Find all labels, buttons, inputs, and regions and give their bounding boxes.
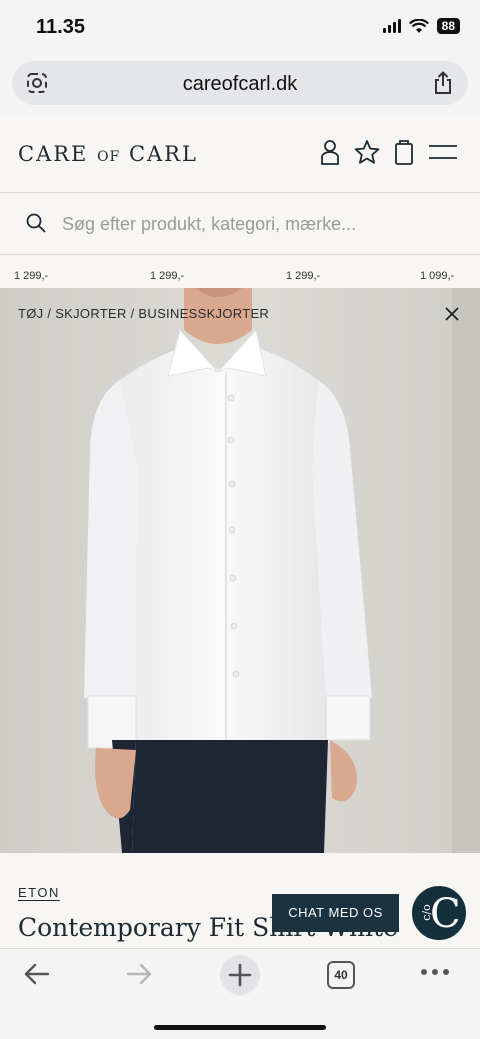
logo-text-of: OF — [97, 149, 121, 165]
logo-text-carl: CARL — [120, 142, 198, 166]
product-price: 1 099,- — [420, 270, 455, 282]
product-price: 1 299,- — [150, 270, 185, 282]
share-icon[interactable] — [432, 71, 454, 95]
back-arrow-icon[interactable] — [22, 959, 52, 989]
chat-button[interactable]: CHAT MED OS — [272, 894, 399, 932]
url-bar[interactable]: careofcarl.dk — [12, 61, 468, 105]
close-icon[interactable] — [440, 302, 464, 326]
search-bar — [0, 193, 480, 255]
tab-count-icon[interactable]: 40 — [327, 961, 355, 989]
logo-text-care: CARE — [18, 142, 98, 166]
url-text[interactable]: careofcarl.dk — [12, 73, 468, 96]
chat-avatar[interactable]: c/o C — [410, 884, 468, 942]
site-logo[interactable]: CARE OF CARL — [18, 142, 198, 166]
wishlist-star-icon[interactable] — [354, 139, 380, 165]
product-photo — [0, 288, 480, 853]
breadcrumb[interactable]: TØJ / SKJORTER / BUSINESSKJORTER — [18, 306, 269, 321]
wifi-icon — [408, 18, 429, 33]
chat-avatar-letter: C — [430, 891, 461, 937]
status-bar: 11.35 88 — [0, 0, 480, 56]
cart-bag-icon[interactable] — [394, 138, 414, 166]
menu-hamburger-icon[interactable] — [428, 143, 458, 161]
status-icons: 88 — [382, 18, 460, 34]
status-time: 11.35 — [36, 16, 85, 38]
signal-icon — [382, 19, 401, 33]
forward-arrow-icon[interactable] — [124, 959, 154, 989]
more-options-icon[interactable] — [420, 967, 450, 977]
search-icon — [26, 213, 46, 233]
header-icons — [320, 138, 458, 166]
account-icon[interactable] — [320, 139, 340, 165]
battery-icon: 88 — [436, 18, 460, 34]
price-strip: 1 299,- 1 299,- 1 299,- 1 099,- — [0, 255, 480, 288]
browser-toolbar: 40 — [0, 948, 480, 1039]
site-header: CARE OF CARL — [0, 118, 480, 193]
home-indicator — [154, 1025, 326, 1030]
product-brand[interactable]: ETON — [18, 885, 60, 900]
product-image-area[interactable]: TØJ / SKJORTER / BUSINESSKJORTER — [0, 288, 480, 853]
product-info: ETON Contemporary Fit Shirt White — [0, 853, 480, 948]
product-price: 1 299,- — [14, 270, 49, 282]
product-price: 1 299,- — [286, 270, 321, 282]
search-input[interactable] — [62, 209, 452, 239]
browser-url-area: careofcarl.dk — [0, 56, 480, 118]
new-tab-plus-icon[interactable] — [219, 954, 261, 996]
